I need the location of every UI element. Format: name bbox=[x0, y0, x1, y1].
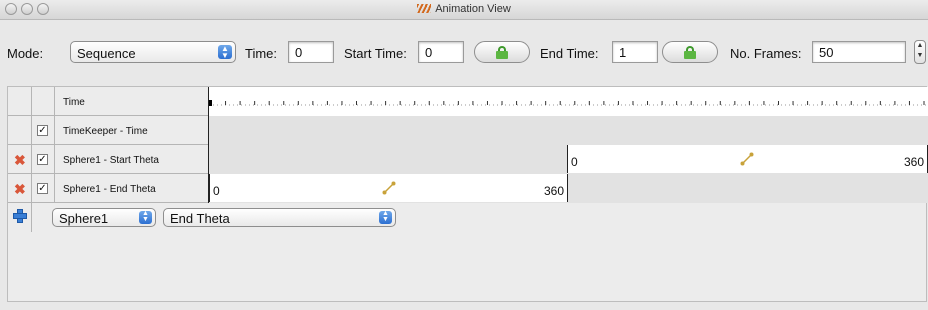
track-enabled-checkbox[interactable]: ✓ bbox=[37, 154, 48, 165]
linear-interpolation-icon[interactable] bbox=[740, 152, 754, 166]
title-bar: Animation View bbox=[0, 0, 928, 20]
keyframe-segment[interactable]: 0 360 bbox=[567, 145, 928, 173]
track-timeline[interactable]: 0 360 bbox=[209, 145, 928, 174]
keyframe-end-value: 360 bbox=[903, 155, 924, 169]
keyframe-start-value: 0 bbox=[571, 155, 578, 169]
start-time-field[interactable]: 0 bbox=[418, 41, 464, 63]
track-enabled-checkbox[interactable]: ✓ bbox=[37, 125, 48, 136]
mode-label: Mode: bbox=[7, 46, 44, 61]
lock-end-time-button[interactable] bbox=[662, 41, 718, 63]
popup-arrows-icon: ▲ ▼ bbox=[139, 210, 152, 224]
property-select[interactable]: End Theta ▲ ▼ bbox=[163, 208, 396, 227]
end-time-label: End Time: bbox=[540, 46, 599, 61]
keyframe-start-value: 0 bbox=[213, 184, 220, 198]
start-time-label: Start Time: bbox=[344, 46, 407, 61]
track-label: Time bbox=[55, 87, 209, 116]
track-label: Sphere1 - Start Theta bbox=[55, 145, 209, 174]
popup-arrows-icon: ▲ ▼ bbox=[218, 45, 232, 60]
mode-select[interactable]: Sequence ▲ ▼ bbox=[70, 41, 236, 63]
end-time-field[interactable]: 1 bbox=[612, 41, 658, 63]
track-row-start-theta: ✖ ✓ Sphere1 - Start Theta 0 360 bbox=[8, 145, 928, 174]
lock-icon bbox=[495, 46, 509, 59]
keyframe-end-value: 360 bbox=[543, 184, 564, 198]
track-row-time: Time bbox=[8, 87, 928, 116]
paraview-logo-icon bbox=[417, 4, 432, 13]
lock-start-time-button[interactable] bbox=[474, 41, 530, 63]
frames-label: No. Frames: bbox=[730, 46, 802, 61]
time-field[interactable]: 0 bbox=[288, 41, 334, 63]
time-ruler[interactable] bbox=[209, 87, 928, 116]
track-row-timekeeper: ✓ TimeKeeper - Time bbox=[8, 116, 928, 145]
frames-field[interactable]: 50 bbox=[812, 41, 906, 63]
add-track-icon[interactable] bbox=[13, 209, 27, 223]
time-label: Time: bbox=[245, 46, 278, 61]
add-track-row: Sphere1 ▲ ▼ End Theta ▲ ▼ bbox=[8, 203, 928, 232]
keyframe-segment[interactable]: 0 360 bbox=[209, 174, 568, 202]
popup-arrows-icon: ▲ ▼ bbox=[379, 210, 392, 224]
source-select[interactable]: Sphere1 ▲ ▼ bbox=[52, 208, 156, 227]
delete-track-icon[interactable]: ✖ bbox=[14, 181, 26, 198]
lock-icon bbox=[683, 46, 697, 59]
track-label: Sphere1 - End Theta bbox=[55, 174, 209, 203]
window-title: Animation View bbox=[0, 3, 928, 15]
animation-track-table: Time ✓ TimeKeeper - Time ✖ ✓ Sphere1 - S… bbox=[7, 86, 928, 302]
time-ticks bbox=[209, 100, 928, 106]
toolbar: Mode: Sequence ▲ ▼ Time: 0 Start Time: 0 … bbox=[0, 32, 928, 66]
frames-stepper[interactable]: ▲ ▼ bbox=[914, 40, 926, 64]
current-time-marker bbox=[209, 100, 212, 106]
delete-track-icon[interactable]: ✖ bbox=[14, 152, 26, 169]
track-label: TimeKeeper - Time bbox=[55, 116, 209, 145]
track-timeline[interactable] bbox=[209, 116, 928, 145]
track-row-end-theta: ✖ ✓ Sphere1 - End Theta 0 360 bbox=[8, 174, 928, 203]
track-enabled-checkbox[interactable]: ✓ bbox=[37, 183, 48, 194]
linear-interpolation-icon[interactable] bbox=[382, 181, 396, 195]
track-timeline[interactable]: 0 360 bbox=[209, 174, 928, 203]
